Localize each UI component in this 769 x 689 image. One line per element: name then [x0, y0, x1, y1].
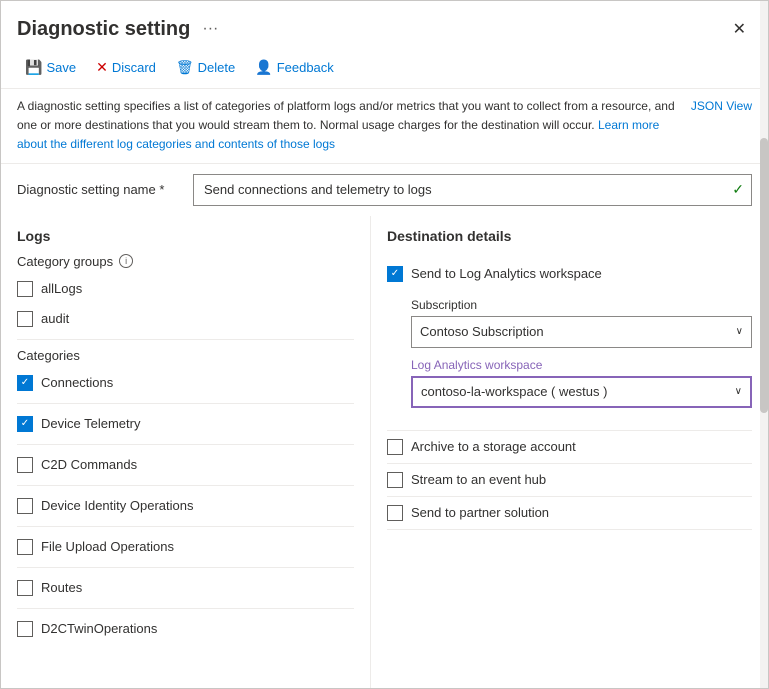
toolbar: 💾 Save ✕ Discard 🗑 Delete 👤 Feedback — [1, 51, 768, 88]
event-hub-label: Stream to an event hub — [411, 472, 546, 487]
category-groups-label: Category groups — [17, 254, 113, 269]
connections-checkbox[interactable]: ✓ — [17, 375, 33, 391]
category-groups-info-icon[interactable]: i — [119, 254, 133, 268]
logs-section: Logs Category groups i allLogs audit Cat… — [1, 216, 371, 688]
file-upload-checkbox[interactable] — [17, 539, 33, 555]
save-button[interactable]: 💾 Save — [17, 55, 84, 80]
d2c-twin-label: D2CTwinOperations — [41, 621, 157, 636]
input-valid-icon: ✓ — [732, 181, 744, 198]
storage-account-label: Archive to a storage account — [411, 439, 576, 454]
logs-section-title: Logs — [17, 228, 354, 244]
checkbox-item-file-upload: File Upload Operations — [17, 535, 354, 559]
checkbox-item-routes: Routes — [17, 576, 354, 600]
checkbox-item-d2c-twin: D2CTwinOperations — [17, 617, 354, 641]
delete-button[interactable]: 🗑 Delete — [168, 55, 243, 80]
file-upload-label: File Upload Operations — [41, 539, 174, 554]
subscription-label: Subscription — [411, 298, 752, 312]
device-telemetry-checkbox[interactable]: ✓ — [17, 416, 33, 432]
separator-4 — [17, 485, 354, 486]
allLogs-checkbox[interactable] — [17, 281, 33, 297]
dest-item-event-hub: Stream to an event hub — [387, 464, 752, 497]
separator-1 — [17, 339, 354, 340]
discard-label: Discard — [112, 60, 156, 75]
feedback-icon: 👤 — [255, 59, 272, 76]
log-analytics-label: Send to Log Analytics workspace — [411, 266, 602, 281]
info-text: A diagnostic setting specifies a list of… — [17, 97, 675, 155]
dest-item-storage: Archive to a storage account — [387, 431, 752, 464]
workspace-value: contoso-la-workspace ( westus ) — [421, 384, 607, 399]
event-hub-checkbox[interactable] — [387, 472, 403, 488]
storage-account-checkbox[interactable] — [387, 439, 403, 455]
subscription-value: Contoso Subscription — [420, 324, 544, 339]
device-identity-checkbox[interactable] — [17, 498, 33, 514]
checkbox-item-device-telemetry: ✓ Device Telemetry — [17, 412, 354, 436]
c2d-commands-checkbox[interactable] — [17, 457, 33, 473]
dest-item-log-analytics: ✓ Send to Log Analytics workspace Subscr… — [387, 258, 752, 431]
save-label: Save — [46, 60, 76, 75]
close-icon: ✕ — [733, 19, 746, 39]
discard-button[interactable]: ✕ Discard — [88, 55, 164, 80]
device-identity-label: Device Identity Operations — [41, 498, 193, 513]
feedback-label: Feedback — [277, 60, 334, 75]
setting-name-input[interactable] — [193, 174, 752, 206]
connections-label: Connections — [41, 375, 113, 390]
checkbox-item-connections: ✓ Connections — [17, 371, 354, 395]
subscription-dropdown[interactable]: Contoso Subscription ∨ — [411, 316, 752, 348]
separator-7 — [17, 608, 354, 609]
workspace-chevron-icon: ∨ — [735, 386, 742, 397]
checkbox-item-c2d-commands: C2D Commands — [17, 453, 354, 477]
partner-solution-label: Send to partner solution — [411, 505, 549, 520]
log-analytics-fields: Subscription Contoso Subscription ∨ Log … — [387, 298, 752, 418]
discard-icon: ✕ — [96, 59, 108, 76]
partner-solution-checkbox[interactable] — [387, 505, 403, 521]
device-telemetry-label: Device Telemetry — [41, 416, 140, 431]
subscription-chevron-icon: ∨ — [736, 326, 743, 337]
setting-name-label: Diagnostic setting name * — [17, 182, 177, 197]
checkbox-item-allLogs: allLogs — [17, 277, 354, 301]
diagnostic-setting-dialog: Diagnostic setting ··· ✕ 💾 Save ✕ Discar… — [0, 0, 769, 689]
scrollbar-thumb[interactable] — [760, 216, 768, 414]
checkbox-item-device-identity: Device Identity Operations — [17, 494, 354, 518]
separator-5 — [17, 526, 354, 527]
dialog-title-area: Diagnostic setting ··· — [17, 18, 222, 41]
categories-label: Categories — [17, 348, 354, 363]
dialog-title: Diagnostic setting — [17, 18, 190, 41]
delete-icon: 🗑 — [176, 59, 194, 76]
dialog-header: Diagnostic setting ··· ✕ — [1, 1, 768, 51]
info-description: A diagnostic setting specifies a list of… — [17, 99, 675, 132]
dest-item-partner: Send to partner solution — [387, 497, 752, 530]
setting-name-input-wrapper: ✓ — [193, 174, 752, 206]
audit-label: audit — [41, 311, 69, 326]
destination-section: Destination details ✓ Send to Log Analyt… — [371, 216, 768, 688]
separator-6 — [17, 567, 354, 568]
close-button[interactable]: ✕ — [727, 15, 752, 43]
workspace-dropdown[interactable]: contoso-la-workspace ( westus ) ∨ — [411, 376, 752, 408]
checkbox-item-audit: audit — [17, 307, 354, 331]
workspace-label: Log Analytics workspace — [411, 358, 752, 372]
separator-2 — [17, 403, 354, 404]
routes-label: Routes — [41, 580, 82, 595]
ellipsis-button[interactable]: ··· — [198, 18, 222, 40]
routes-checkbox[interactable] — [17, 580, 33, 596]
audit-checkbox[interactable] — [17, 311, 33, 327]
setting-name-row: Diagnostic setting name * ✓ — [1, 163, 768, 216]
scrollbar[interactable] — [760, 216, 768, 688]
category-groups-header: Category groups i — [17, 254, 354, 269]
delete-label: Delete — [198, 60, 236, 75]
info-bar: A diagnostic setting specifies a list of… — [1, 88, 768, 163]
json-view-link[interactable]: JSON View — [691, 97, 752, 115]
feedback-button[interactable]: 👤 Feedback — [247, 55, 342, 80]
separator-3 — [17, 444, 354, 445]
save-icon: 💾 — [25, 59, 42, 76]
c2d-commands-label: C2D Commands — [41, 457, 137, 472]
ellipsis-icon: ··· — [202, 20, 218, 37]
allLogs-label: allLogs — [41, 281, 82, 296]
d2c-twin-checkbox[interactable] — [17, 621, 33, 637]
log-analytics-checkbox[interactable]: ✓ — [387, 266, 403, 282]
dest-item-log-analytics-header: ✓ Send to Log Analytics workspace — [387, 266, 752, 282]
content-area: Logs Category groups i allLogs audit Cat… — [1, 216, 768, 688]
destination-title: Destination details — [387, 228, 752, 244]
